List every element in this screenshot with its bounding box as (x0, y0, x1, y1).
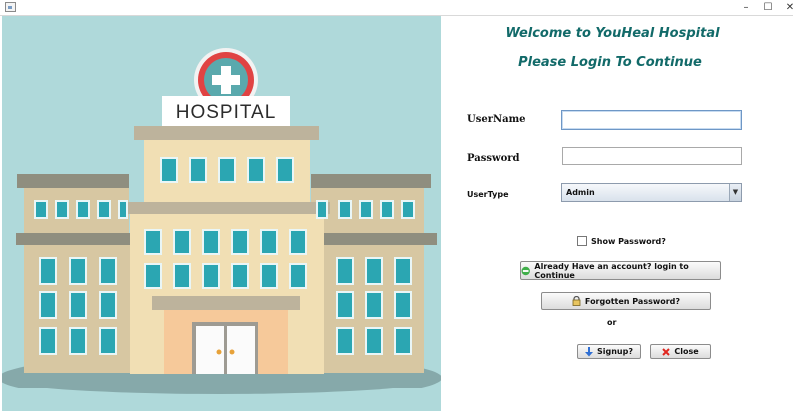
show-password-toggle[interactable]: Show Password? (577, 235, 666, 247)
hospital-sign-text: HOSPITAL (176, 102, 277, 123)
forgot-password-button[interactable]: Forgotten Password? (541, 292, 711, 310)
usertype-select[interactable]: Admin ▼ (561, 183, 742, 202)
signup-button[interactable]: Signup? (577, 344, 641, 359)
close-button-label: Close (674, 347, 699, 356)
app-icon (5, 2, 16, 12)
window-titlebar: – ☐ ✕ (0, 0, 793, 16)
or-separator: or (607, 318, 617, 327)
signup-button-label: Signup? (597, 347, 633, 356)
login-button[interactable]: Already Have an account? login to Contin… (520, 261, 721, 280)
password-input[interactable] (562, 147, 742, 165)
show-password-label: Show Password? (591, 236, 666, 246)
usertype-label: UserType (467, 190, 509, 199)
show-password-checkbox[interactable] (577, 236, 587, 246)
hospital-illustration: HOSPITAL (2, 16, 441, 411)
welcome-title: Welcome to YouHeal Hospital (505, 26, 720, 41)
login-button-label: Already Have an account? login to Contin… (534, 261, 689, 280)
green-circle-icon (521, 266, 530, 275)
red-x-icon (662, 347, 671, 356)
close-window-button[interactable]: ✕ (777, 0, 793, 15)
down-arrow-icon (585, 346, 593, 356)
username-input[interactable] (561, 110, 742, 130)
close-button[interactable]: Close (650, 344, 711, 359)
chevron-down-icon[interactable]: ▼ (729, 184, 741, 201)
lock-icon (572, 296, 581, 306)
usertype-selected-value: Admin (566, 188, 595, 197)
password-label: Password (467, 153, 520, 164)
login-subtitle: Please Login To Continue (518, 55, 702, 70)
username-label: UserName (467, 114, 526, 125)
forgot-password-label: Forgotten Password? (584, 296, 681, 306)
